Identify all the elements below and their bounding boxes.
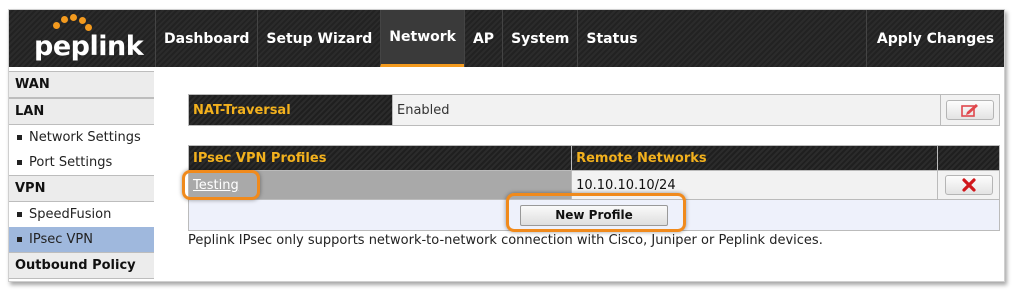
sidebar-item-label: Network Settings <box>29 130 141 145</box>
sidebar-item-label: SpeedFusion <box>29 207 112 222</box>
sidebar-head-vpn[interactable]: VPN <box>9 175 154 202</box>
nat-traversal-label: NAT-Traversal <box>188 94 393 126</box>
sidebar-item-speedfusion[interactable]: SpeedFusion <box>9 202 154 227</box>
bullet-icon <box>17 212 22 217</box>
col-actions <box>937 145 1000 171</box>
highlight-profile <box>182 170 260 200</box>
logo-text: peplink <box>34 31 144 62</box>
nav-ap[interactable]: AP <box>463 10 502 67</box>
nat-edit-cell <box>940 94 1000 126</box>
sidebar-head-outbound-policy[interactable]: Outbound Policy <box>9 252 154 279</box>
main-nav: Dashboard Setup Wizard Network AP System… <box>155 10 646 67</box>
sidebar-item-label: Port Settings <box>29 155 113 170</box>
nav-setup-wizard[interactable]: Setup Wizard <box>257 10 380 67</box>
app-frame: peplink Dashboard Setup Wizard Network A… <box>8 9 1005 282</box>
nav-status[interactable]: Status <box>577 10 645 67</box>
sidebar-item-label: IPsec VPN <box>29 232 93 247</box>
nat-edit-button[interactable] <box>946 100 994 120</box>
bullet-icon <box>17 160 22 165</box>
sidebar-item-port-settings[interactable]: Port Settings <box>9 150 154 175</box>
nat-traversal-table: NAT-Traversal Enabled <box>188 94 1000 126</box>
sidebar-head-wan[interactable]: WAN <box>9 71 154 98</box>
sidebar: WAN LAN Network Settings Port Settings V… <box>9 71 154 279</box>
delete-icon <box>961 178 976 192</box>
edit-icon <box>961 104 978 117</box>
apply-changes-button[interactable]: Apply Changes <box>866 10 1004 67</box>
peplink-logo[interactable]: peplink <box>9 10 159 67</box>
nav-system[interactable]: System <box>502 10 577 67</box>
nav-dashboard[interactable]: Dashboard <box>155 10 257 67</box>
delete-cell <box>937 170 1000 200</box>
ipsec-note: Peplink IPsec only supports network-to-n… <box>188 233 823 248</box>
top-nav-bar: peplink Dashboard Setup Wizard Network A… <box>9 10 1004 67</box>
nat-traversal-value: Enabled <box>392 94 941 126</box>
bullet-icon <box>17 237 22 242</box>
nav-network[interactable]: Network <box>380 10 464 67</box>
col-ipsec-profiles: IPsec VPN Profiles <box>187 145 573 171</box>
sidebar-item-ipsec-vpn[interactable]: IPsec VPN <box>9 227 154 252</box>
delete-profile-button[interactable] <box>944 175 993 195</box>
bullet-icon <box>17 135 22 140</box>
sidebar-item-network-settings[interactable]: Network Settings <box>9 125 154 150</box>
sidebar-head-lan[interactable]: LAN <box>9 98 154 125</box>
highlight-new-profile <box>506 193 686 232</box>
col-remote-networks: Remote Networks <box>571 145 939 171</box>
